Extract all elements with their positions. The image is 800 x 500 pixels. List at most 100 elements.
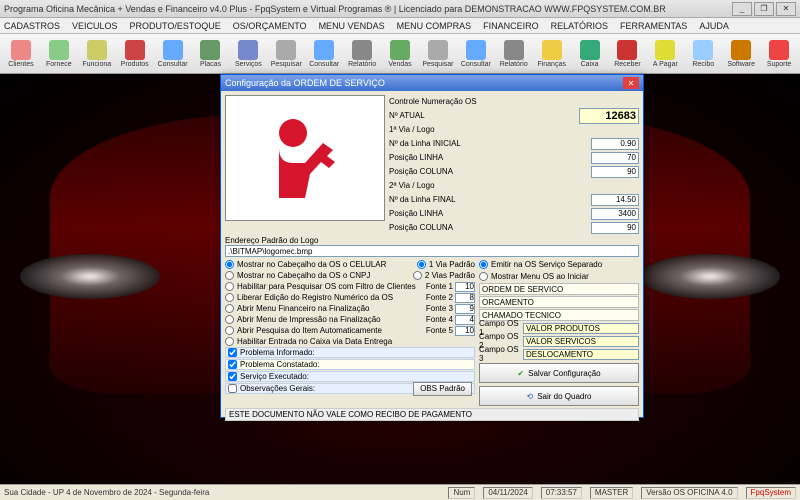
menu-relatórios[interactable]: RELATÓRIOS — [551, 21, 608, 31]
status-location: Sua Cidade - UP 4 de Novembro de 2024 - … — [4, 488, 209, 497]
menu-veiculos[interactable]: VEICULOS — [72, 21, 118, 31]
placas-icon — [200, 40, 220, 60]
menu-menu compras[interactable]: MENU COMPRAS — [397, 21, 472, 31]
relatório-icon — [352, 40, 372, 60]
status-date: 04/11/2024 — [483, 487, 532, 499]
check-3[interactable] — [228, 384, 237, 393]
dialog-title: Configuração da ORDEM DE SERVIÇO — [225, 78, 385, 88]
natual-label: Nº ATUAL — [389, 111, 579, 120]
dialog-titlebar: Configuração da ORDEM DE SERVIÇO ✕ — [221, 75, 643, 91]
path-input[interactable] — [225, 245, 639, 257]
footer-note: ESTE DOCUMENTO NÃO VALE COMO RECIBO DE P… — [225, 408, 639, 421]
check-2[interactable] — [228, 372, 237, 381]
toolbar-vendas[interactable]: Vendas — [381, 36, 419, 72]
toolbar-consultar[interactable]: Consultar — [154, 36, 192, 72]
opt-radio-6[interactable] — [225, 326, 234, 335]
toolbar-consultar[interactable]: Consultar — [305, 36, 343, 72]
cat-orc[interactable]: ORCAMENTO — [479, 296, 639, 308]
menu-os/orçamento[interactable]: OS/ORÇAMENTO — [233, 21, 307, 31]
fonte-2-input[interactable] — [455, 293, 475, 303]
toolbar-serviços[interactable]: Serviços — [229, 36, 267, 72]
fonte-5-input[interactable] — [455, 326, 475, 336]
config-os-dialog: Configuração da ORDEM DE SERVIÇO ✕ Contr… — [220, 74, 644, 418]
via-radio-0[interactable] — [417, 260, 426, 269]
mechanic-icon — [255, 108, 355, 208]
check-0[interactable] — [228, 348, 237, 357]
fonte-4-input[interactable] — [455, 315, 475, 325]
campo1-input[interactable] — [523, 323, 639, 334]
logo-preview — [225, 95, 385, 221]
toolbar-recibo[interactable]: Recibo — [684, 36, 722, 72]
vendas-icon — [390, 40, 410, 60]
fonte-3-input[interactable] — [455, 304, 475, 314]
consultar-icon — [163, 40, 183, 60]
toolbar-fornece[interactable]: Fornece — [40, 36, 78, 72]
toolbar-consultar[interactable]: Consultar — [457, 36, 495, 72]
exit-button[interactable]: ⟲Sair do Quadro — [479, 386, 639, 406]
a pagar-icon — [655, 40, 675, 60]
toolbar-relatório[interactable]: Relatório — [343, 36, 381, 72]
save-config-button[interactable]: ✔Salvar Configuração — [479, 363, 639, 383]
via-radio-1[interactable] — [413, 271, 422, 280]
opt-radio-3[interactable] — [225, 293, 234, 302]
toolbar-pesquisar[interactable]: Pesquisar — [267, 36, 305, 72]
opt-radio-0[interactable] — [225, 260, 234, 269]
check-1[interactable] — [228, 360, 237, 369]
menu-financeiro[interactable]: FINANCEIRO — [483, 21, 539, 31]
close-button[interactable]: ✕ — [776, 2, 796, 16]
mostrar-menu-radio[interactable] — [479, 272, 488, 281]
finanças-icon — [542, 40, 562, 60]
menu-ferramentas[interactable]: FERRAMENTAS — [620, 21, 687, 31]
toolbar-produtos[interactable]: Produtos — [116, 36, 154, 72]
toolbar-clientes[interactable]: Clientes — [2, 36, 40, 72]
status-time: 07:33:57 — [541, 487, 582, 499]
toolbar-receber[interactable]: Receber — [609, 36, 647, 72]
emitir-radio[interactable] — [479, 260, 488, 269]
toolbar: ClientesForneceFuncionaProdutosConsultar… — [0, 34, 800, 74]
pos-coluna1-input[interactable] — [591, 166, 639, 178]
via1-label: 1ª Via / Logo — [389, 125, 639, 134]
opt-radio-5[interactable] — [225, 315, 234, 324]
menu-cadastros[interactable]: CADASTROS — [4, 21, 60, 31]
window-titlebar: Programa Oficina Mecânica + Vendas e Fin… — [0, 0, 800, 18]
fonte-1-input[interactable] — [455, 282, 475, 292]
pesquisar-icon — [276, 40, 296, 60]
pos-coluna2-input[interactable] — [591, 222, 639, 234]
toolbar-software[interactable]: Software — [722, 36, 760, 72]
toolbar-pesquisar[interactable]: Pesquisar — [419, 36, 457, 72]
menu-menu vendas[interactable]: MENU VENDAS — [319, 21, 385, 31]
toolbar-funciona[interactable]: Funciona — [78, 36, 116, 72]
minimize-button[interactable]: _ — [732, 2, 752, 16]
campo3-input[interactable] — [523, 349, 639, 360]
maximize-button[interactable]: ❐ — [754, 2, 774, 16]
toolbar-placas[interactable]: Placas — [192, 36, 230, 72]
menu-produto/estoque[interactable]: PRODUTO/ESTOQUE — [130, 21, 221, 31]
toolbar-suporte[interactable]: Suporte — [760, 36, 798, 72]
opt-radio-2[interactable] — [225, 282, 234, 291]
linha-final-input[interactable] — [591, 194, 639, 206]
dialog-close-button[interactable]: ✕ — [623, 77, 639, 89]
campo2-input[interactable] — [523, 336, 639, 347]
toolbar-a pagar[interactable]: A Pagar — [646, 36, 684, 72]
statusbar: Sua Cidade - UP 4 de Novembro de 2024 - … — [0, 484, 800, 500]
serviços-icon — [238, 40, 258, 60]
cat-os[interactable]: ORDEM DE SERVICO — [479, 283, 639, 295]
opt-radio-4[interactable] — [225, 304, 234, 313]
toolbar-finanças[interactable]: Finanças — [533, 36, 571, 72]
obs-padrao-button[interactable]: OBS Padrão — [413, 382, 472, 396]
menu-ajuda[interactable]: AJUDA — [699, 21, 729, 31]
opt-radio-1[interactable] — [225, 271, 234, 280]
consultar-icon — [314, 40, 334, 60]
path-label: Endereço Padrão do Logo — [225, 236, 639, 245]
title-text: Programa Oficina Mecânica + Vendas e Fin… — [4, 4, 666, 14]
pos-linha1-input[interactable] — [591, 152, 639, 164]
toolbar-relatório[interactable]: Relatório — [495, 36, 533, 72]
status-version: Versão OS OFICINA 4.0 — [641, 487, 737, 499]
pos-linha2-input[interactable] — [591, 208, 639, 220]
funciona-icon — [87, 40, 107, 60]
linha-inicial-input[interactable] — [591, 138, 639, 150]
toolbar-caixa[interactable]: Caixa — [571, 36, 609, 72]
natual-input[interactable] — [579, 108, 639, 124]
opt-radio-7[interactable] — [225, 337, 234, 346]
clientes-icon — [11, 40, 31, 60]
